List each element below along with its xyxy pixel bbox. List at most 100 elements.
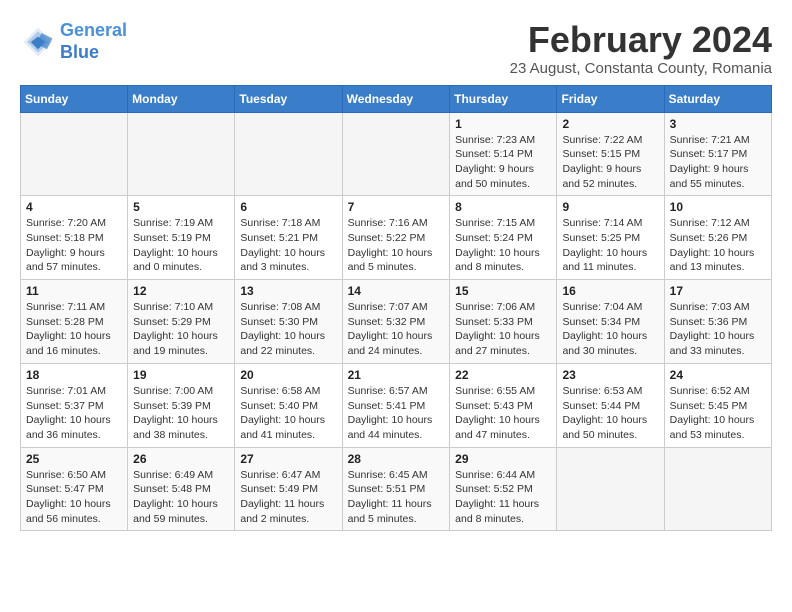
day-number: 9 <box>562 200 658 214</box>
logo-icon <box>20 24 56 60</box>
day-detail: Sunrise: 7:16 AM Sunset: 5:22 PM Dayligh… <box>348 216 445 275</box>
logo-line2: Blue <box>60 42 99 62</box>
calendar-week-4: 18 Sunrise: 7:01 AM Sunset: 5:37 PM Dayli… <box>21 363 772 447</box>
calendar-cell: 19Sunrise: 7:00 AM Sunset: 5:39 PM Dayli… <box>128 363 235 447</box>
calendar-cell: 14 Sunrise: 7:07 AM Sunset: 5:32 PM Dayli… <box>342 280 450 364</box>
header: General Blue February 2024 23 August, Co… <box>20 20 772 77</box>
calendar-cell: 22 Sunrise: 6:55 AM Sunset: 5:43 PM Dayli… <box>450 363 557 447</box>
day-detail: Sunrise: 7:07 AM Sunset: 5:32 PM Dayligh… <box>348 300 445 359</box>
calendar-cell <box>21 112 128 196</box>
calendar-cell: 16 Sunrise: 7:04 AM Sunset: 5:34 PM Dayli… <box>557 280 664 364</box>
day-number: 24 <box>670 368 766 382</box>
day-number: 7 <box>348 200 445 214</box>
day-detail: Sunrise: 7:21 AM Sunset: 5:17 PM Dayligh… <box>670 133 766 192</box>
day-number: 8 <box>455 200 551 214</box>
calendar-header-row: SundayMondayTuesdayWednesdayThursdayFrid… <box>21 85 772 112</box>
calendar-week-2: 4 Sunrise: 7:20 AM Sunset: 5:18 PM Daylig… <box>21 196 772 280</box>
day-detail: Sunrise: 7:22 AM Sunset: 5:15 PM Dayligh… <box>562 133 658 192</box>
day-detail: Sunrise: 7:11 AM Sunset: 5:28 PM Dayligh… <box>26 300 122 359</box>
day-number: 29 <box>455 452 551 466</box>
sub-title: 23 August, Constanta County, Romania <box>510 60 772 77</box>
day-number: 4 <box>26 200 122 214</box>
calendar-cell: 13 Sunrise: 7:08 AM Sunset: 5:30 PM Dayli… <box>235 280 342 364</box>
calendar-cell <box>557 447 664 531</box>
day-detail: Sunrise: 7:01 AM Sunset: 5:37 PM Dayligh… <box>26 384 122 443</box>
calendar-cell: 20Sunrise: 6:58 AM Sunset: 5:40 PM Dayli… <box>235 363 342 447</box>
logo-text: General Blue <box>60 20 127 63</box>
day-number: 11 <box>26 284 122 298</box>
day-number: 22 <box>455 368 551 382</box>
calendar-cell: 10 Sunrise: 7:12 AM Sunset: 5:26 PM Dayli… <box>664 196 771 280</box>
logo: General Blue <box>20 20 127 63</box>
day-number: 18 <box>26 368 122 382</box>
day-detail: Sunrise: 6:55 AM Sunset: 5:43 PM Dayligh… <box>455 384 551 443</box>
day-number: 20 <box>240 368 336 382</box>
day-number: 21 <box>348 368 445 382</box>
day-detail: Sunrise: 7:15 AM Sunset: 5:24 PM Dayligh… <box>455 216 551 275</box>
calendar-cell: 8 Sunrise: 7:15 AM Sunset: 5:24 PM Daylig… <box>450 196 557 280</box>
day-number: 5 <box>133 200 229 214</box>
calendar-week-5: 25 Sunrise: 6:50 AM Sunset: 5:47 PM Dayli… <box>21 447 772 531</box>
day-detail: Sunrise: 7:12 AM Sunset: 5:26 PM Dayligh… <box>670 216 766 275</box>
calendar-cell: 6 Sunrise: 7:18 AM Sunset: 5:21 PM Daylig… <box>235 196 342 280</box>
calendar-cell: 3 Sunrise: 7:21 AM Sunset: 5:17 PM Daylig… <box>664 112 771 196</box>
day-number: 12 <box>133 284 229 298</box>
calendar-cell: 12 Sunrise: 7:10 AM Sunset: 5:29 PM Dayli… <box>128 280 235 364</box>
day-detail: Sunrise: 7:23 AM Sunset: 5:14 PM Dayligh… <box>455 133 551 192</box>
calendar-cell: 29 Sunrise: 6:44 AM Sunset: 5:52 PM Dayli… <box>450 447 557 531</box>
day-detail: Sunrise: 6:45 AM Sunset: 5:51 PM Dayligh… <box>348 468 445 527</box>
calendar-header-wednesday: Wednesday <box>342 85 450 112</box>
day-detail: Sunrise: 7:18 AM Sunset: 5:21 PM Dayligh… <box>240 216 336 275</box>
day-number: 17 <box>670 284 766 298</box>
day-number: 25 <box>26 452 122 466</box>
day-detail: Sunrise: 7:03 AM Sunset: 5:36 PM Dayligh… <box>670 300 766 359</box>
day-detail: Sunrise: 6:53 AM Sunset: 5:44 PM Dayligh… <box>562 384 658 443</box>
calendar-cell: 9Sunrise: 7:14 AM Sunset: 5:25 PM Daylig… <box>557 196 664 280</box>
day-number: 10 <box>670 200 766 214</box>
calendar-cell <box>664 447 771 531</box>
day-number: 13 <box>240 284 336 298</box>
calendar-cell: 2Sunrise: 7:22 AM Sunset: 5:15 PM Daylig… <box>557 112 664 196</box>
day-number: 6 <box>240 200 336 214</box>
calendar-cell <box>342 112 450 196</box>
calendar-cell: 28Sunrise: 6:45 AM Sunset: 5:51 PM Dayli… <box>342 447 450 531</box>
calendar-cell: 7 Sunrise: 7:16 AM Sunset: 5:22 PM Daylig… <box>342 196 450 280</box>
calendar-cell <box>235 112 342 196</box>
calendar-header-saturday: Saturday <box>664 85 771 112</box>
calendar-header-friday: Friday <box>557 85 664 112</box>
day-detail: Sunrise: 6:50 AM Sunset: 5:47 PM Dayligh… <box>26 468 122 527</box>
day-number: 15 <box>455 284 551 298</box>
day-detail: Sunrise: 6:44 AM Sunset: 5:52 PM Dayligh… <box>455 468 551 527</box>
calendar-cell: 4 Sunrise: 7:20 AM Sunset: 5:18 PM Daylig… <box>21 196 128 280</box>
day-detail: Sunrise: 7:08 AM Sunset: 5:30 PM Dayligh… <box>240 300 336 359</box>
calendar-cell: 26Sunrise: 6:49 AM Sunset: 5:48 PM Dayli… <box>128 447 235 531</box>
day-number: 1 <box>455 117 551 131</box>
calendar-header-sunday: Sunday <box>21 85 128 112</box>
logo-line1: General <box>60 20 127 40</box>
day-detail: Sunrise: 7:19 AM Sunset: 5:19 PM Dayligh… <box>133 216 229 275</box>
day-detail: Sunrise: 7:10 AM Sunset: 5:29 PM Dayligh… <box>133 300 229 359</box>
main-title: February 2024 <box>510 20 772 60</box>
calendar-table: SundayMondayTuesdayWednesdayThursdayFrid… <box>20 85 772 532</box>
day-number: 3 <box>670 117 766 131</box>
calendar-week-3: 11 Sunrise: 7:11 AM Sunset: 5:28 PM Dayli… <box>21 280 772 364</box>
calendar-cell: 25 Sunrise: 6:50 AM Sunset: 5:47 PM Dayli… <box>21 447 128 531</box>
calendar-cell <box>128 112 235 196</box>
calendar-cell: 27Sunrise: 6:47 AM Sunset: 5:49 PM Dayli… <box>235 447 342 531</box>
day-number: 19 <box>133 368 229 382</box>
title-area: February 2024 23 August, Constanta Count… <box>510 20 772 77</box>
calendar-week-1: 1 Sunrise: 7:23 AM Sunset: 5:14 PM Daylig… <box>21 112 772 196</box>
calendar-cell: 18 Sunrise: 7:01 AM Sunset: 5:37 PM Dayli… <box>21 363 128 447</box>
calendar-cell: 23Sunrise: 6:53 AM Sunset: 5:44 PM Dayli… <box>557 363 664 447</box>
day-number: 14 <box>348 284 445 298</box>
calendar-cell: 21 Sunrise: 6:57 AM Sunset: 5:41 PM Dayli… <box>342 363 450 447</box>
calendar-cell: 1 Sunrise: 7:23 AM Sunset: 5:14 PM Daylig… <box>450 112 557 196</box>
day-detail: Sunrise: 7:20 AM Sunset: 5:18 PM Dayligh… <box>26 216 122 275</box>
calendar-header-monday: Monday <box>128 85 235 112</box>
day-number: 26 <box>133 452 229 466</box>
day-number: 16 <box>562 284 658 298</box>
day-detail: Sunrise: 6:57 AM Sunset: 5:41 PM Dayligh… <box>348 384 445 443</box>
calendar-header-thursday: Thursday <box>450 85 557 112</box>
day-number: 27 <box>240 452 336 466</box>
day-detail: Sunrise: 7:04 AM Sunset: 5:34 PM Dayligh… <box>562 300 658 359</box>
